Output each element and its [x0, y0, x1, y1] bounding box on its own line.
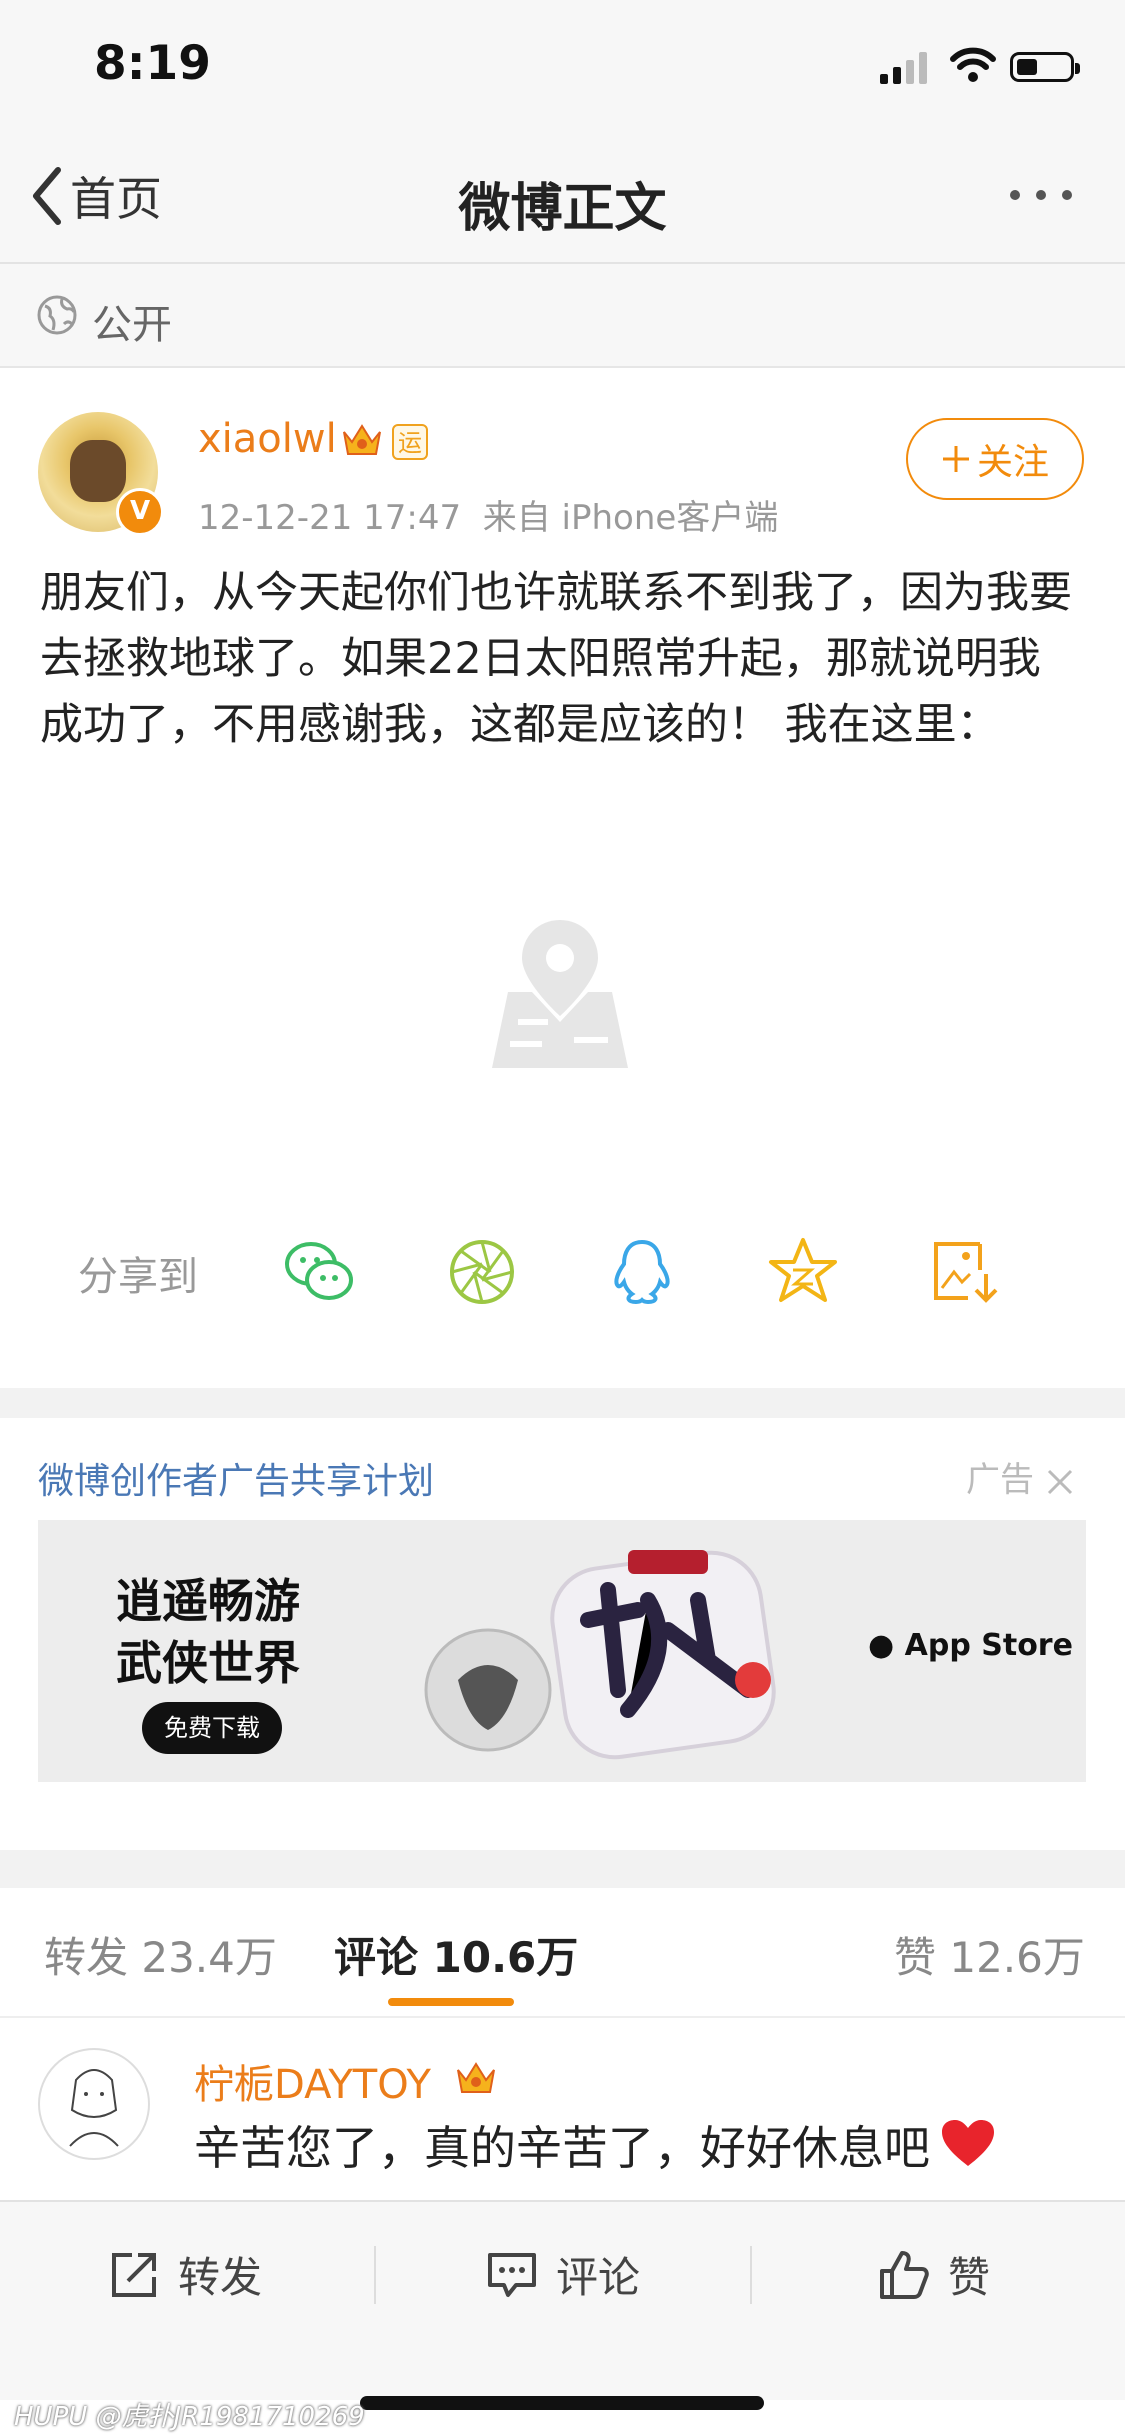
ad-tag-label: 广告 [966, 1460, 1034, 1500]
status-time: 8:19 [94, 36, 211, 91]
avatar-sketch-image [69, 2069, 119, 2147]
commenter-username[interactable]: 柠栀DAYTOY [194, 2052, 431, 2110]
engagement-tabs: 转发 23.4万 评论 10.6万 赞 12.6万 [0, 1888, 1125, 2018]
verified-badge-icon: V [116, 488, 164, 536]
tab-comments[interactable]: 评论 10.6万 [334, 1924, 578, 1985]
page-title: 微博正文 [458, 179, 667, 239]
active-tab-indicator [388, 1998, 514, 2006]
ad-tag[interactable]: 广告 [966, 1452, 1075, 1501]
follow-label: 关注 [976, 442, 1049, 483]
more-options-icon[interactable] [1010, 190, 1072, 200]
moments-icon[interactable] [444, 1234, 520, 1310]
tab-likes[interactable]: 赞 12.6万 [894, 1924, 1085, 1985]
apple-icon: ● [868, 1628, 895, 1663]
post-source: 来自 iPhone客户端 [482, 498, 779, 538]
qzone-icon[interactable] [765, 1234, 841, 1310]
post-body: 朋友们，从今天起你们也许就联系不到我了，因为我要去拯救地球了。如果22日太阳照常… [40, 568, 1072, 750]
ad-headline-line2: 武侠世界 [116, 1636, 300, 1690]
follow-button[interactable]: 关注 [906, 418, 1084, 500]
vip-crown-icon [457, 2062, 495, 2093]
save-image-icon[interactable] [928, 1234, 1004, 1310]
section-divider [0, 1850, 1125, 1888]
like-button[interactable]: 赞 [878, 2244, 990, 2305]
comment-bubble-icon [488, 2252, 536, 2297]
ad-headline-line1: 逍遥畅游 [116, 1574, 300, 1628]
repost-label: 转发 [178, 2253, 263, 2302]
watermark: HUPU @虎扑JR1981710269 [14, 2402, 365, 2432]
bottom-toolbar: 转发 评论 赞 [0, 2200, 1125, 2400]
game-artwork-image [424, 1550, 776, 1760]
battery-icon [1010, 52, 1080, 82]
author-avatar[interactable]: V [38, 412, 164, 536]
status-bar: 8:19 [0, 0, 1125, 132]
visibility-label: 公开 [92, 302, 172, 348]
heart-emoji-icon [942, 2120, 994, 2166]
section-divider [0, 1388, 1125, 1418]
ad-download-button[interactable]: 免费下载 [142, 1702, 282, 1754]
navigation-bar: 首页 微博正文 [0, 132, 1125, 264]
post-meta: 12-12-21 17:47 来自 iPhone客户端 [198, 490, 778, 539]
share-out-icon [112, 2252, 156, 2297]
comment-text: 辛苦您了，真的辛苦了，好好休息吧 [194, 2121, 930, 2175]
comment-button[interactable]: 评论 [486, 2244, 640, 2305]
ad-headline: 逍遥畅游 武侠世界 [116, 1570, 300, 1694]
close-icon[interactable] [1045, 1467, 1075, 1497]
visibility-row: 公开 [0, 264, 1125, 368]
wechat-icon[interactable] [281, 1234, 357, 1310]
tab-reposts[interactable]: 转发 23.4万 [44, 1924, 277, 1985]
ad-banner[interactable]: 逍遥畅游 武侠世界 免费下载 ● App Store [38, 1520, 1086, 1782]
toolbar-divider [374, 2246, 376, 2304]
location-map-placeholder-icon[interactable] [488, 912, 632, 1076]
qq-icon[interactable] [604, 1234, 680, 1310]
app-store-text: App Store [904, 1628, 1073, 1663]
vip-crown-icon [343, 424, 381, 455]
plus-icon [942, 446, 969, 472]
repost-button[interactable]: 转发 [108, 2244, 262, 2305]
globe-icon [37, 295, 77, 335]
thumbs-up-icon [880, 2250, 929, 2299]
home-indicator[interactable] [360, 2396, 764, 2410]
cellular-signal-icon [880, 52, 927, 84]
share-label: 分享到 [78, 1254, 198, 1300]
commenter-avatar[interactable] [38, 2048, 150, 2160]
author-username[interactable]: xiaolwl [198, 416, 337, 462]
sport-badge: 运 [392, 424, 428, 460]
wifi-icon [950, 47, 996, 82]
comment-label: 评论 [556, 2253, 641, 2302]
toolbar-divider [750, 2246, 752, 2304]
ad-program-link[interactable]: 微博创作者广告共享计划 [38, 1452, 434, 1504]
post-timestamp: 12-12-21 17:47 [198, 498, 462, 538]
app-store-label: ● App Store [868, 1628, 1073, 1663]
like-label: 赞 [948, 2253, 991, 2302]
